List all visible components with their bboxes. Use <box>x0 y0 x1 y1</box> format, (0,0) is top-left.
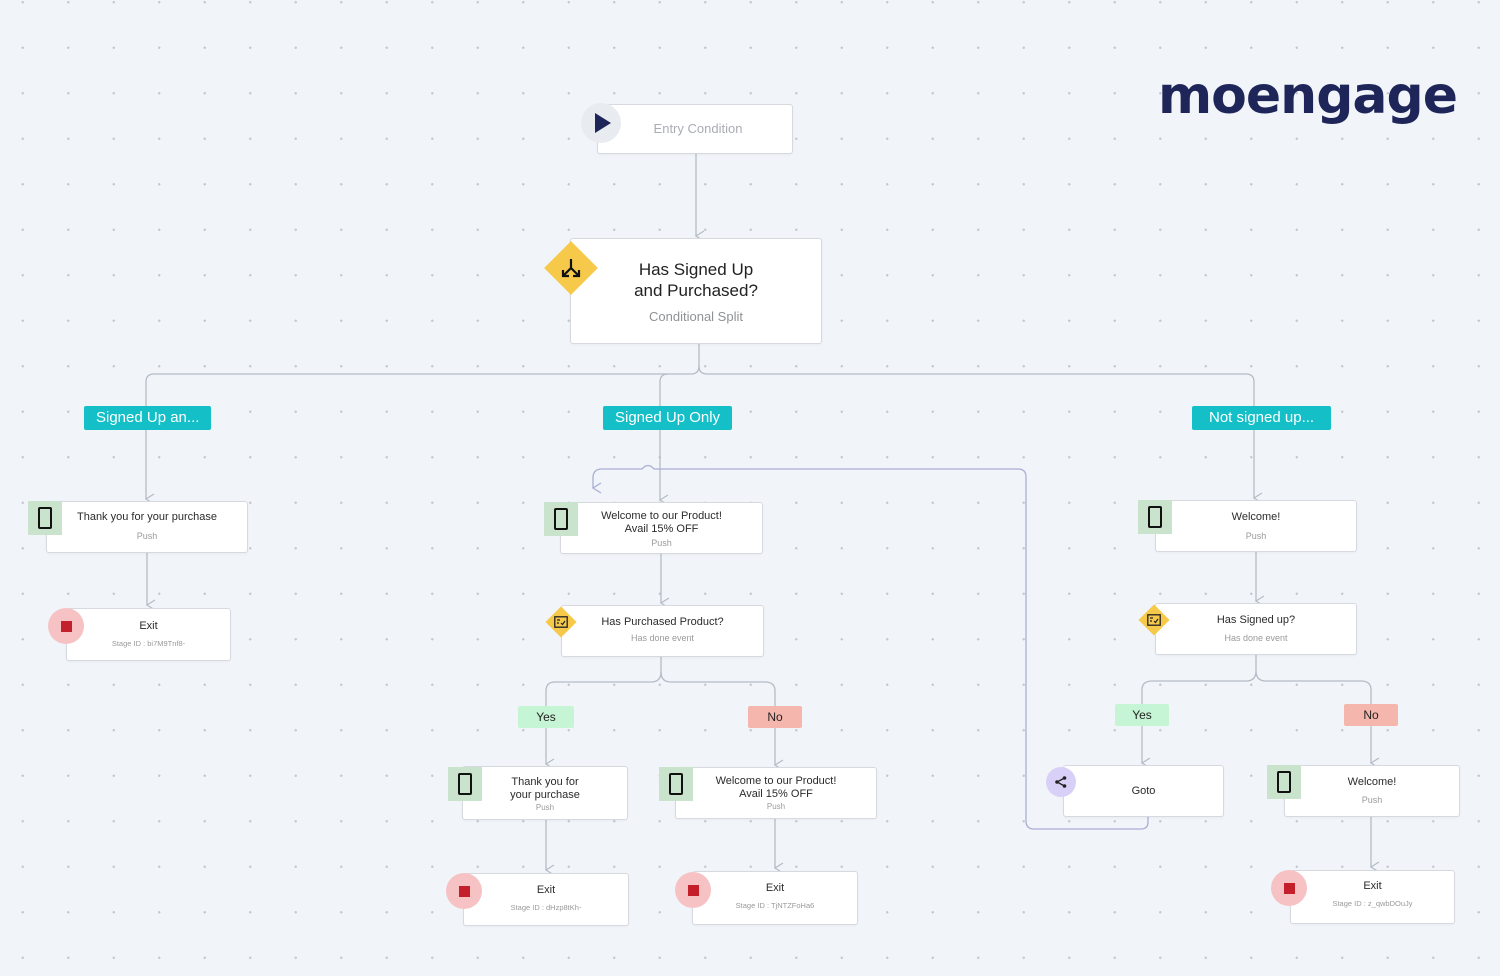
push-phone-icon <box>28 501 62 535</box>
exit-node[interactable]: Exit Stage ID : bi7M9Tnf8- <box>66 608 231 661</box>
push-phone-icon <box>544 502 578 536</box>
split-type: Conditional Split <box>649 309 743 324</box>
entry-condition-node[interactable]: Entry Condition <box>597 104 793 154</box>
split-icon <box>544 241 598 295</box>
no-label[interactable]: No <box>1344 704 1398 726</box>
exit-stop-icon <box>48 608 84 644</box>
push-phone-icon <box>659 767 693 801</box>
connector-split-branches <box>145 343 700 406</box>
entry-condition-label: Entry Condition <box>653 121 743 136</box>
exit-stop-icon <box>1271 870 1307 906</box>
condition-node-has-purchased[interactable]: Has Purchased Product? Has done event <box>561 605 764 657</box>
push-phone-icon <box>448 767 482 801</box>
branch-label-signed-up-and-purchased[interactable]: Signed Up an... <box>84 406 212 430</box>
branch-label-signed-up-only[interactable]: Signed Up Only <box>603 406 733 430</box>
branch-label-not-signed-up[interactable]: Not signed up... <box>1192 406 1332 430</box>
exit-stop-icon <box>675 872 711 908</box>
goto-share-icon <box>1046 767 1076 797</box>
push-node-welcome-offer[interactable]: Welcome to our Product! Avail 15% OFF Pu… <box>560 502 763 554</box>
exit-node[interactable]: Exit Stage ID : TjNTZFoHa6 <box>692 871 858 925</box>
play-icon <box>581 103 621 143</box>
push-node-welcome-offer[interactable]: Welcome to our Product! Avail 15% OFF Pu… <box>675 767 877 819</box>
push-phone-icon <box>1267 765 1301 799</box>
conditional-split-node[interactable]: Has Signed Up and Purchased? Conditional… <box>570 238 822 344</box>
yes-label[interactable]: Yes <box>1115 704 1169 726</box>
push-node-thank-you[interactable]: Thank you for your purchase Push <box>462 766 628 820</box>
push-node-welcome[interactable]: Welcome! Push <box>1284 765 1460 817</box>
split-title-line1: Has Signed Up <box>638 260 754 279</box>
exit-stop-icon <box>446 873 482 909</box>
moengage-logo: moengage <box>1158 66 1458 126</box>
event-condition-icon <box>1138 604 1170 636</box>
push-node-thank-you[interactable]: Thank you for your purchase Push <box>46 501 248 553</box>
split-title-line2: and Purchased? <box>634 281 758 300</box>
condition-node-has-signed-up[interactable]: Has Signed up? Has done event <box>1155 603 1357 655</box>
exit-node[interactable]: Exit Stage ID : z_qwbDOuJy <box>1290 870 1455 924</box>
exit-node[interactable]: Exit Stage ID : dHzp8tKh- <box>463 873 629 926</box>
push-phone-icon <box>1138 500 1172 534</box>
yes-label[interactable]: Yes <box>518 706 574 728</box>
goto-node[interactable]: Goto <box>1063 765 1224 817</box>
push-node-welcome[interactable]: Welcome! Push <box>1155 500 1357 552</box>
event-condition-icon <box>545 606 577 638</box>
no-label[interactable]: No <box>748 706 802 728</box>
